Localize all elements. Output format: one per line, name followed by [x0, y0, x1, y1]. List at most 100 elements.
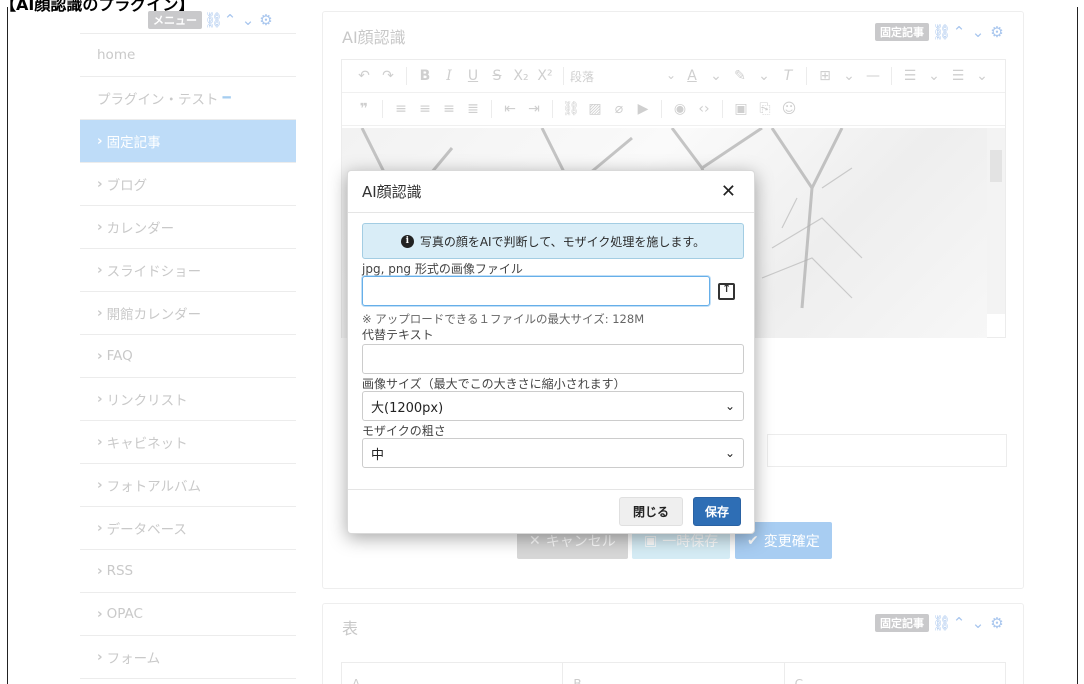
info-text: 写真の顔をAIで判断して、モザイク処理を施します。	[419, 234, 706, 249]
strikethrough-icon[interactable]: S	[485, 68, 509, 84]
bold-icon[interactable]: B	[413, 68, 437, 84]
upload-icon[interactable]	[718, 282, 735, 300]
preview-icon[interactable]: ◉	[668, 101, 692, 117]
blockquote-icon[interactable]: ❞	[352, 101, 376, 117]
numbered-list-icon[interactable]: ☰	[898, 68, 922, 84]
sidebar-item-label: RSS	[106, 563, 134, 579]
table-icon[interactable]: ⊞	[813, 68, 837, 84]
scrollbar-thumb[interactable]	[990, 150, 1002, 182]
chevron-right-icon: ›	[97, 434, 103, 450]
image-size-select[interactable]: 大(1200px) ⌄	[362, 391, 744, 421]
sidebar-item-label: スライドショー	[106, 264, 202, 280]
sidebar-item-slideshow[interactable]: › スライドショー	[80, 249, 296, 292]
toolbar-separator	[891, 67, 892, 85]
sidebar-item-label: プラグイン・テスト	[97, 92, 219, 108]
link-icon[interactable]: ⛓	[932, 24, 951, 40]
text-color-icon[interactable]: A	[680, 68, 704, 84]
file-input[interactable]	[362, 276, 710, 306]
highlight-icon[interactable]: ✎	[728, 68, 752, 84]
sidebar-item-label: 固定記事	[106, 135, 161, 151]
indent-icon[interactable]: ⇥	[522, 101, 546, 117]
sidebar-item-rss[interactable]: › RSS	[80, 550, 296, 593]
mosaic-select[interactable]: 中 ⌄	[362, 438, 744, 468]
clear-format-icon[interactable]: T	[776, 68, 800, 84]
table-header-cell: C	[794, 677, 804, 684]
align-justify-icon[interactable]: ≣	[461, 101, 485, 117]
chevron-down-icon[interactable]: ⌄	[922, 68, 946, 84]
alt-text-input[interactable]	[362, 344, 744, 374]
chevron-down-icon: ⌄	[665, 67, 676, 82]
chevron-up-icon[interactable]: ⌃	[951, 615, 967, 631]
chevron-down-icon[interactable]: ⌄	[970, 24, 986, 40]
chevron-right-icon: ›	[97, 391, 103, 407]
subscript-icon[interactable]: X₂	[509, 68, 533, 84]
sidebar-item-cabinet[interactable]: › キャビネット	[80, 421, 296, 464]
toolbar-separator	[661, 100, 662, 118]
toolbar-separator	[406, 67, 407, 85]
chevron-up-icon[interactable]: ⌃	[222, 12, 238, 28]
sidebar-item-opac[interactable]: › OPAC	[80, 593, 296, 636]
chevron-right-icon: ›	[97, 348, 103, 364]
link-icon[interactable]: ⛓	[932, 615, 951, 631]
sidebar-item-label: フォトアルバム	[106, 479, 201, 495]
attachment-icon[interactable]: ⌀	[607, 101, 631, 117]
sidebar-item-home[interactable]: home	[80, 34, 296, 77]
gear-icon[interactable]: ⚙	[989, 615, 1005, 631]
source-code-icon[interactable]: ‹›	[692, 101, 716, 117]
horizontal-rule-icon[interactable]: —	[861, 68, 885, 84]
chevron-down-icon[interactable]: ⌄	[704, 68, 728, 84]
sidebar-item-blog[interactable]: › ブログ	[80, 163, 296, 206]
panel-title: 表	[342, 619, 359, 638]
gear-icon[interactable]: ⚙	[258, 12, 274, 28]
align-center-icon[interactable]: ≡	[413, 101, 437, 117]
redo-icon[interactable]: ↷	[376, 68, 400, 84]
chevron-down-icon[interactable]: ⌄	[970, 68, 994, 84]
sidebar-item-label: OPAC	[106, 606, 143, 622]
modal-title: AI顔認識	[362, 183, 422, 201]
close-icon[interactable]: ✕	[721, 181, 736, 202]
save-button[interactable]: 保存	[692, 497, 741, 526]
chevron-up-icon[interactable]: ⌃	[951, 24, 967, 40]
outdent-icon[interactable]: ⇤	[498, 101, 522, 117]
sidebar-item-label: カレンダー	[106, 221, 175, 237]
align-right-icon[interactable]: ≡	[437, 101, 461, 117]
editor-toolbar-row-2: ❞ ≡ ≡ ≡ ≣ ⇤ ⇥ ⛓ ▨ ⌀ ▶ ◉ ‹› ▣ ⎘ ☺	[342, 93, 1005, 126]
sidebar-item-plugin-test[interactable]: プラグイン・テスト ━	[80, 77, 296, 120]
chevron-right-icon: ›	[97, 520, 103, 536]
underline-icon[interactable]: U	[461, 68, 485, 84]
emoji-icon[interactable]: ☺	[777, 101, 801, 117]
link-insert-icon[interactable]: ⛓	[559, 101, 583, 117]
sidebar-item-database[interactable]: › データベース	[80, 507, 296, 550]
sidebar-item-link-list[interactable]: › リンクリスト	[80, 378, 296, 421]
paragraph-select[interactable]: 段落 ⌄	[570, 68, 680, 85]
sidebar-item-fixed-article[interactable]: › 固定記事	[80, 120, 296, 163]
chevron-down-icon: ⌄	[724, 446, 735, 460]
pdf-icon[interactable]: ⎘	[753, 101, 777, 117]
sidebar-item-faq[interactable]: › FAQ	[80, 335, 296, 378]
sidebar-item-label: フォーム	[106, 651, 161, 667]
sidebar-item-photo-album[interactable]: › フォトアルバム	[80, 464, 296, 507]
editor-scrollbar[interactable]	[987, 128, 1005, 314]
ai-face-icon[interactable]: ▣	[729, 101, 753, 117]
sidebar-item-form[interactable]: › フォーム	[80, 636, 296, 679]
chevron-down-icon[interactable]: ⌄	[240, 12, 256, 28]
italic-icon[interactable]: I	[437, 68, 461, 84]
close-button[interactable]: 閉じる	[618, 497, 683, 526]
chevron-down-icon[interactable]: ⌄	[752, 68, 776, 84]
chevron-down-icon[interactable]: ⌄	[837, 68, 861, 84]
sidebar-item-opening-calendar[interactable]: › 開館カレンダー	[80, 292, 296, 335]
bullet-list-icon[interactable]: ☰	[946, 68, 970, 84]
link-icon[interactable]: ⛓	[204, 12, 223, 28]
sidebar-item-calendar[interactable]: › カレンダー	[80, 206, 296, 249]
image-icon[interactable]: ▨	[583, 101, 607, 117]
media-icon[interactable]: ▶	[631, 101, 655, 117]
ai-face-recognition-modal: AI顔認識 ✕ i 写真の顔をAIで判断して、モザイク処理を施します。 jpg,…	[347, 170, 755, 534]
align-left-icon[interactable]: ≡	[389, 101, 413, 117]
undo-icon[interactable]: ↶	[352, 68, 376, 84]
chevron-down-icon[interactable]: ⌄	[970, 615, 986, 631]
gear-icon[interactable]: ⚙	[989, 24, 1005, 40]
upload-size-note: ※ アップロードできる１ファイルの最大サイズ: 128M	[362, 312, 645, 326]
superscript-icon[interactable]: X²	[533, 68, 557, 84]
table-panel: 表 固定記事 ⛓ ⌃ ⌄ ⚙ A B C	[322, 603, 1024, 684]
menu-frame-tools: メニュー ⛓ ⌃ ⌄ ⚙	[148, 11, 274, 29]
